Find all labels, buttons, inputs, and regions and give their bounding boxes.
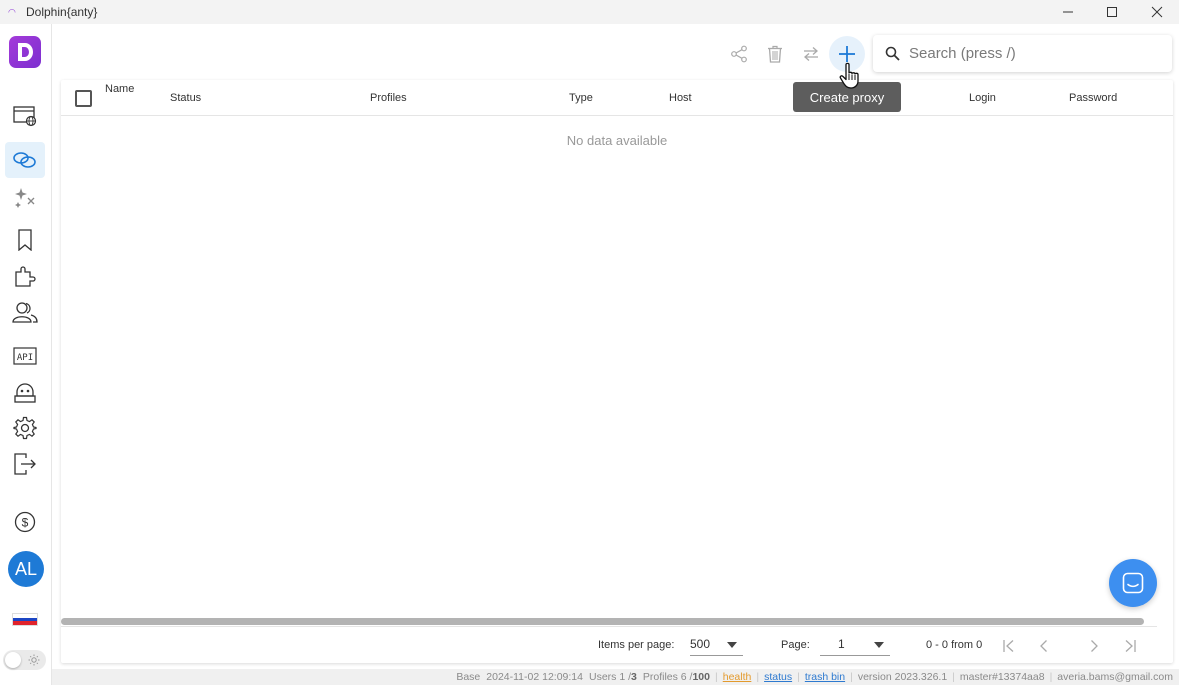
dolphin-logo-icon xyxy=(18,43,33,61)
items-per-page-label: Items per page: xyxy=(598,639,675,651)
column-type[interactable]: Type xyxy=(569,92,593,104)
hand-cursor-icon xyxy=(839,62,859,89)
sidebar-item-settings[interactable] xyxy=(5,410,45,446)
share-icon xyxy=(731,45,747,63)
status-bar: Base 2024-11-02 12:09:14 Users 1 / 3 Pro… xyxy=(52,669,1179,685)
horizontal-scrollbar[interactable] xyxy=(61,618,1144,625)
chevron-left-icon xyxy=(1040,640,1047,652)
page-label: Page: xyxy=(781,639,810,651)
delete-button[interactable] xyxy=(757,36,793,72)
column-login[interactable]: Login xyxy=(969,92,996,104)
search-icon xyxy=(885,46,900,61)
logo[interactable] xyxy=(9,36,41,68)
status-email: averia.bams@gmail.com xyxy=(1057,671,1173,683)
language-flag-icon[interactable] xyxy=(12,613,38,626)
sidebar-item-bookmarks[interactable] xyxy=(5,222,45,258)
theme-toggle[interactable] xyxy=(3,650,46,670)
support-chat-button[interactable] xyxy=(1109,559,1157,607)
empty-state-text: No data available xyxy=(566,133,668,148)
column-password[interactable]: Password xyxy=(1069,92,1117,104)
avatar[interactable]: AL xyxy=(8,551,44,587)
sidebar-item-automation[interactable] xyxy=(5,179,45,215)
chevron-down-icon xyxy=(874,642,884,648)
proxy-table: Name Status Profiles Type Host Login Pas… xyxy=(61,80,1173,663)
bookmark-icon xyxy=(18,229,32,251)
automation-icon xyxy=(15,188,35,208)
footer-divider xyxy=(61,626,1157,627)
chevron-down-icon xyxy=(727,642,737,648)
avatar-initials: AL xyxy=(14,558,38,579)
robot-icon xyxy=(14,383,36,403)
close-button[interactable] xyxy=(1134,0,1179,24)
svg-text:$: $ xyxy=(22,516,29,530)
next-page-button[interactable] xyxy=(1084,636,1104,656)
maximize-button[interactable] xyxy=(1089,0,1135,24)
share-button[interactable] xyxy=(721,36,757,72)
close-icon xyxy=(1151,6,1163,18)
page-select[interactable]: 1 xyxy=(820,634,890,656)
sidebar-item-api[interactable]: API xyxy=(5,338,45,374)
chevron-right-icon xyxy=(1091,640,1098,652)
select-all-checkbox[interactable] xyxy=(75,90,92,107)
status-link[interactable]: status xyxy=(764,671,792,683)
column-profiles[interactable]: Profiles xyxy=(370,92,407,104)
first-page-icon xyxy=(1003,640,1014,652)
maximize-icon xyxy=(1107,7,1117,17)
sidebar-item-users[interactable] xyxy=(5,294,45,330)
proxy-icon xyxy=(13,152,36,168)
chat-icon xyxy=(1122,572,1144,594)
status-users-label: Users 1 / xyxy=(589,671,632,683)
toggle-knob xyxy=(5,652,21,668)
sidebar-item-extensions[interactable] xyxy=(5,258,45,294)
sidebar-item-billing[interactable]: $ xyxy=(5,504,45,540)
first-page-button[interactable] xyxy=(999,636,1019,656)
search-input[interactable] xyxy=(909,45,1159,62)
sidebar-item-robot[interactable] xyxy=(5,374,45,410)
sidebar: API $ AL xyxy=(0,24,52,685)
status-profiles-max: 100 xyxy=(692,671,710,683)
transfer-button[interactable] xyxy=(793,36,829,72)
extensions-icon xyxy=(15,266,36,287)
column-status[interactable]: Status xyxy=(170,92,201,104)
items-per-page-value: 500 xyxy=(690,637,711,651)
search-box[interactable] xyxy=(873,35,1172,72)
last-page-button[interactable] xyxy=(1120,636,1140,656)
column-host[interactable]: Host xyxy=(669,92,692,104)
browser-profiles-icon xyxy=(13,106,37,127)
dollar-icon: $ xyxy=(14,511,36,533)
app-icon: ◠ xyxy=(8,7,16,17)
range-text: 0 - 0 from 0 xyxy=(926,639,983,651)
logout-icon xyxy=(14,453,36,475)
health-link[interactable]: health xyxy=(723,671,752,683)
minimize-icon xyxy=(1063,11,1073,13)
users-icon xyxy=(12,302,38,323)
status-users-max: 3 xyxy=(631,671,637,683)
api-icon: API xyxy=(13,347,37,365)
sun-icon xyxy=(28,654,40,666)
minimize-button[interactable] xyxy=(1045,0,1091,24)
status-profiles-label: Profiles 6 / xyxy=(642,671,693,683)
swap-arrows-icon xyxy=(804,47,818,61)
trash-icon xyxy=(768,45,782,63)
last-page-icon xyxy=(1125,640,1136,652)
trash-bin-link[interactable]: trash bin xyxy=(805,671,845,683)
sidebar-item-proxy[interactable] xyxy=(5,142,45,178)
page-value: 1 xyxy=(838,637,845,651)
status-datetime: 2024-11-02 12:09:14 xyxy=(486,671,583,683)
plus-icon xyxy=(839,46,855,62)
gear-icon xyxy=(13,416,37,440)
status-version: version 2023.326.1 xyxy=(857,671,948,683)
window-title: Dolphin{anty} xyxy=(26,5,98,19)
status-base: Base xyxy=(456,671,481,683)
column-name[interactable]: Name xyxy=(105,83,134,95)
items-per-page-select[interactable]: 500 xyxy=(690,634,743,656)
title-bar: ◠ Dolphin{anty} xyxy=(0,0,1179,24)
status-build: master#13374aa8 xyxy=(959,671,1045,683)
sidebar-item-logout[interactable] xyxy=(5,446,45,482)
table-header: Name Status Profiles Type Host Login Pas… xyxy=(61,80,1173,116)
prev-page-button[interactable] xyxy=(1034,636,1054,656)
svg-text:API: API xyxy=(17,353,33,363)
sidebar-item-browser-profiles[interactable] xyxy=(5,98,45,134)
